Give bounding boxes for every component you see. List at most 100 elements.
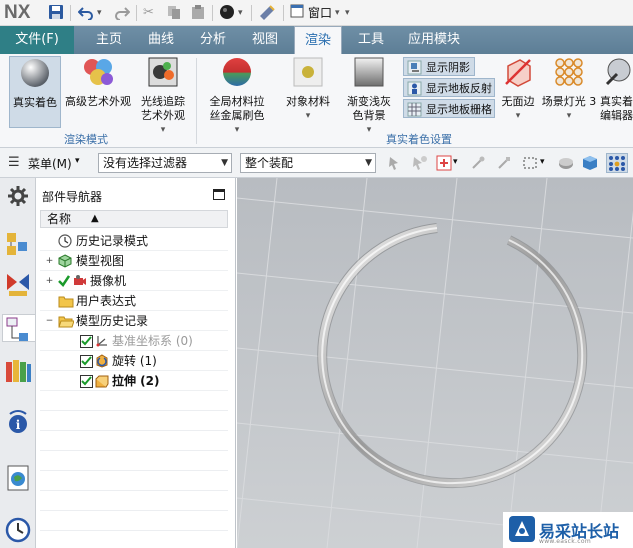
reuse-library-icon[interactable]: [4, 356, 32, 384]
shaded-display-icon[interactable]: [558, 155, 574, 171]
tab-analysis[interactable]: 分析: [192, 26, 234, 54]
global-material-dropdown-icon[interactable]: ▾: [204, 123, 270, 137]
undo-dropdown-icon[interactable]: ▾: [97, 4, 102, 22]
advanced-art-appearance-button[interactable]: 高级艺术外观: [63, 56, 133, 109]
save-icon[interactable]: [48, 4, 64, 22]
show-shadow-toggle[interactable]: 显示阴影: [403, 57, 475, 76]
tab-curve[interactable]: 曲线: [140, 26, 182, 54]
select-intent-icon[interactable]: [412, 155, 428, 171]
advanced-art-appearance-label: 高级艺术外观: [65, 95, 131, 108]
object-material-label: 对象材料: [286, 95, 330, 108]
rectangle-select-dropdown-icon[interactable]: ▾: [540, 157, 545, 167]
touch-mode-icon[interactable]: [258, 4, 276, 22]
add-select-icon[interactable]: [436, 155, 452, 171]
window-menu-dropdown-icon[interactable]: ▾: [335, 4, 340, 22]
watermark-subtext: www.easck.com: [539, 538, 591, 545]
resource-bar: i: [0, 178, 36, 548]
no-face-edges-dropdown-icon[interactable]: ▾: [498, 109, 538, 123]
raytrace-art-appearance-button[interactable]: 光线追踪 艺术外观 ▾: [136, 56, 190, 137]
ribbon-panel: 真实着色 高级艺术外观 光线追踪 艺术外观 ▾ 渲染模式 全局材料拉 丝金属刷色…: [0, 54, 633, 148]
scene-light-button[interactable]: 场景灯光 3 ▾: [540, 56, 598, 123]
undo-icon[interactable]: [77, 4, 94, 22]
graphics-window[interactable]: 易采站长站 www.easck.com: [237, 178, 633, 548]
object-material-dropdown-icon[interactable]: ▾: [280, 109, 336, 123]
floor-grid-background: [237, 178, 633, 548]
copy-icon[interactable]: [166, 4, 182, 22]
tree-row-model-views[interactable]: + 模型视图: [40, 251, 228, 271]
quick-access-customize-icon[interactable]: ▾: [345, 4, 350, 22]
scene-light-label: 场景灯光 3: [541, 95, 597, 108]
maximize-icon[interactable]: [213, 189, 225, 200]
no-face-edges-button[interactable]: 无面边 ▾: [498, 56, 538, 123]
watermark-logo-icon: [509, 516, 535, 542]
general-selection-intent-icon[interactable]: [388, 155, 404, 171]
redo-icon[interactable]: [114, 4, 131, 22]
snap-options-icon[interactable]: [606, 153, 628, 173]
tree-row-revolve[interactable]: 旋转 (1): [40, 351, 228, 371]
qa-separator: [283, 5, 284, 21]
sort-ascending-icon: ▲: [91, 213, 99, 224]
object-material-button[interactable]: 对象材料 ▾: [280, 56, 336, 123]
window-icon[interactable]: [290, 4, 304, 22]
assembly-navigator-icon[interactable]: [4, 230, 32, 258]
rectangle-select-icon[interactable]: [522, 155, 538, 171]
tree-row-cameras[interactable]: + 摄像机: [40, 271, 228, 291]
expand-plus-icon[interactable]: +: [45, 257, 54, 266]
web-browser-icon[interactable]: [4, 464, 32, 492]
cube-view-icon[interactable]: [582, 155, 598, 171]
menu-button[interactable]: 菜单(M): [28, 155, 72, 172]
cut-icon[interactable]: ✂: [143, 4, 154, 22]
tree-row-extrude[interactable]: 拉伸 (2): [40, 371, 228, 391]
tab-home[interactable]: 主页: [88, 26, 130, 54]
global-material-label-1: 全局材料拉: [209, 95, 265, 108]
menu-dropdown-icon[interactable]: ▾: [75, 156, 80, 166]
scene-light-dropdown-icon[interactable]: ▾: [540, 109, 598, 123]
column-header-name[interactable]: 名称 ▲: [40, 210, 228, 228]
gear-icon[interactable]: [4, 182, 32, 210]
tab-application-modules[interactable]: 应用模块: [400, 26, 468, 54]
expand-plus-icon[interactable]: +: [45, 277, 54, 286]
constraint-navigator-icon[interactable]: [4, 270, 32, 298]
paste-icon[interactable]: [190, 4, 206, 22]
tab-tools[interactable]: 工具: [350, 26, 392, 54]
part-navigator-icon[interactable]: [2, 314, 35, 342]
tree-row-model-history[interactable]: − 模型历史记录: [40, 311, 228, 331]
empty-tree-area: [40, 391, 228, 548]
collapse-minus-icon[interactable]: −: [45, 317, 54, 326]
global-material-sphere-icon: [204, 56, 270, 92]
gradient-background-icon: [342, 56, 396, 92]
raytrace-dropdown-icon[interactable]: ▾: [136, 123, 190, 137]
pick-icon[interactable]: [496, 155, 512, 171]
gradient-background-button[interactable]: 渐变浅灰 色背景 ▾: [342, 56, 396, 137]
type-filter-select[interactable]: 没有选择过滤器 ▼: [98, 153, 232, 173]
add-select-dropdown-icon[interactable]: ▾: [453, 157, 458, 167]
tree-row-history-mode[interactable]: 历史记录模式: [40, 231, 228, 251]
show-floor-grid-toggle[interactable]: 显示地板栅格: [403, 99, 495, 118]
tab-view[interactable]: 视图: [244, 26, 286, 54]
no-face-edges-icon: [498, 56, 538, 92]
tree-row-user-expressions[interactable]: 用户表达式: [40, 291, 228, 311]
shadow-icon: [407, 60, 422, 75]
tree-row-label: 拉伸 (2): [112, 374, 160, 388]
menu-icon[interactable]: ☰: [8, 155, 24, 171]
tab-render[interactable]: 渲染: [294, 26, 342, 55]
global-material-button[interactable]: 全局材料拉 丝金属刷色 ▾: [204, 56, 270, 137]
show-floor-reflection-toggle[interactable]: 显示地板反射: [403, 78, 495, 97]
tab-file[interactable]: 文件(F): [0, 26, 74, 54]
selection-scope-select[interactable]: 整个装配 ▼: [240, 153, 376, 173]
tree-row-label: 摄像机: [90, 274, 127, 288]
real-shading-button[interactable]: 真实着色: [9, 56, 61, 128]
raytrace-label-2: 艺术外观: [141, 109, 185, 122]
type-filter-value: 没有选择过滤器: [103, 156, 188, 170]
gradient-background-label-2: 色背景: [352, 109, 386, 122]
object-material-icon: [280, 56, 336, 92]
group-label-render-mode: 渲染模式: [64, 133, 108, 146]
render-style-dropdown-icon[interactable]: ▾: [238, 4, 243, 22]
render-style-icon[interactable]: [219, 4, 235, 22]
tree-row-datum-csys[interactable]: 基准坐标系 (0): [40, 331, 228, 351]
real-shading-editor-button[interactable]: 真实着 编辑器: [600, 56, 633, 123]
snap-point-icon[interactable]: [470, 155, 486, 171]
window-menu[interactable]: 窗口: [308, 4, 332, 22]
history-clock-icon[interactable]: [4, 516, 32, 544]
hd3d-tools-icon[interactable]: i: [4, 408, 32, 436]
